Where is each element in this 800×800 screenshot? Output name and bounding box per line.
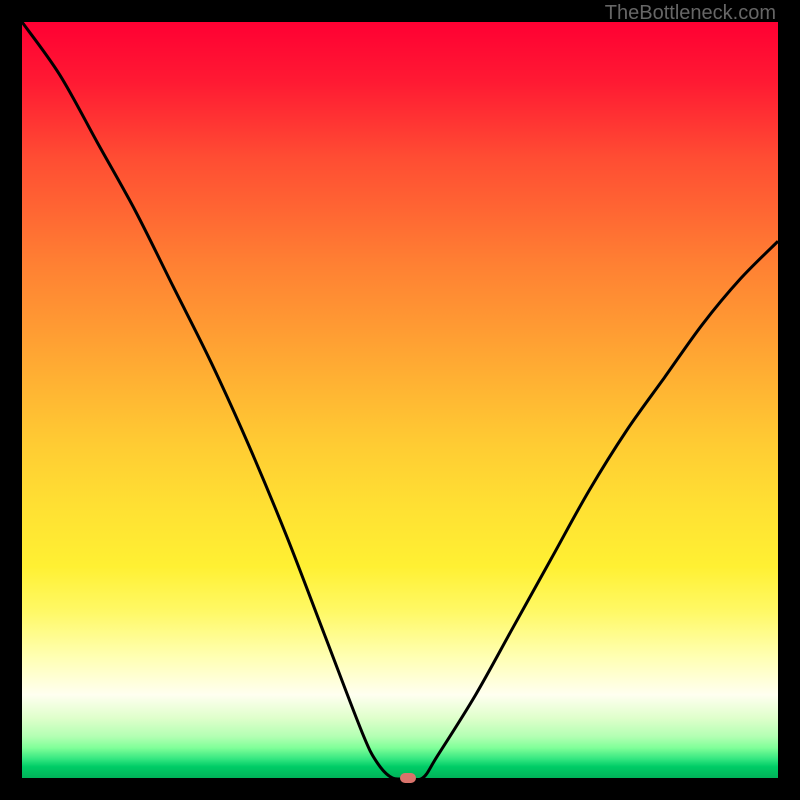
- watermark-text: TheBottleneck.com: [605, 2, 776, 25]
- minimum-marker: [400, 773, 416, 783]
- plot-area: [22, 22, 778, 778]
- chart-container: TheBottleneck.com: [0, 0, 800, 800]
- bottleneck-curve: [22, 22, 778, 778]
